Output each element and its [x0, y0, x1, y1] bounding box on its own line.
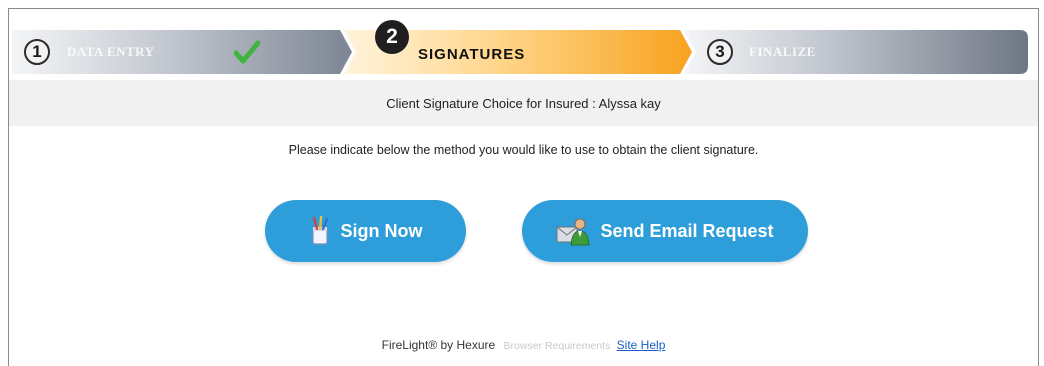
step-3-label: FINALIZE: [749, 44, 816, 59]
browser-requirements-link[interactable]: Browser Requirements: [504, 340, 611, 352]
send-email-request-label: Send Email Request: [600, 220, 774, 241]
site-help-link[interactable]: Site Help: [617, 338, 666, 352]
send-email-request-button[interactable]: Send Email Request: [522, 200, 808, 262]
signature-choice-title: Client Signature Choice for Insured : Al…: [386, 95, 661, 111]
step-1-label: DATA ENTRY: [67, 44, 155, 59]
step-2-label: SIGNATURES: [418, 46, 526, 63]
sign-now-label: Sign Now: [340, 220, 423, 241]
checkmark-icon: [234, 40, 260, 64]
step-2-number: 2: [375, 20, 409, 54]
footer: FireLight® by Hexure Browser Requirement…: [9, 338, 1038, 352]
step-1-segment: [12, 30, 352, 74]
instruction-text: Please indicate below the method you wou…: [288, 143, 759, 157]
sign-now-button[interactable]: Sign Now: [265, 200, 466, 262]
step-1-number: 1: [24, 39, 50, 65]
step-3-segment: [684, 30, 1028, 74]
signature-choice-header: Client Signature Choice for Insured : Al…: [9, 80, 1038, 126]
step-3-number: 3: [707, 39, 733, 65]
pen-cup-icon: [309, 216, 331, 246]
wizard-progress-bar: 1 DATA ENTRY 2 SIGNATURES 3 FINALIZE: [12, 20, 1028, 74]
footer-brand: FireLight® by Hexure: [381, 338, 496, 352]
person-email-icon: [556, 216, 590, 246]
